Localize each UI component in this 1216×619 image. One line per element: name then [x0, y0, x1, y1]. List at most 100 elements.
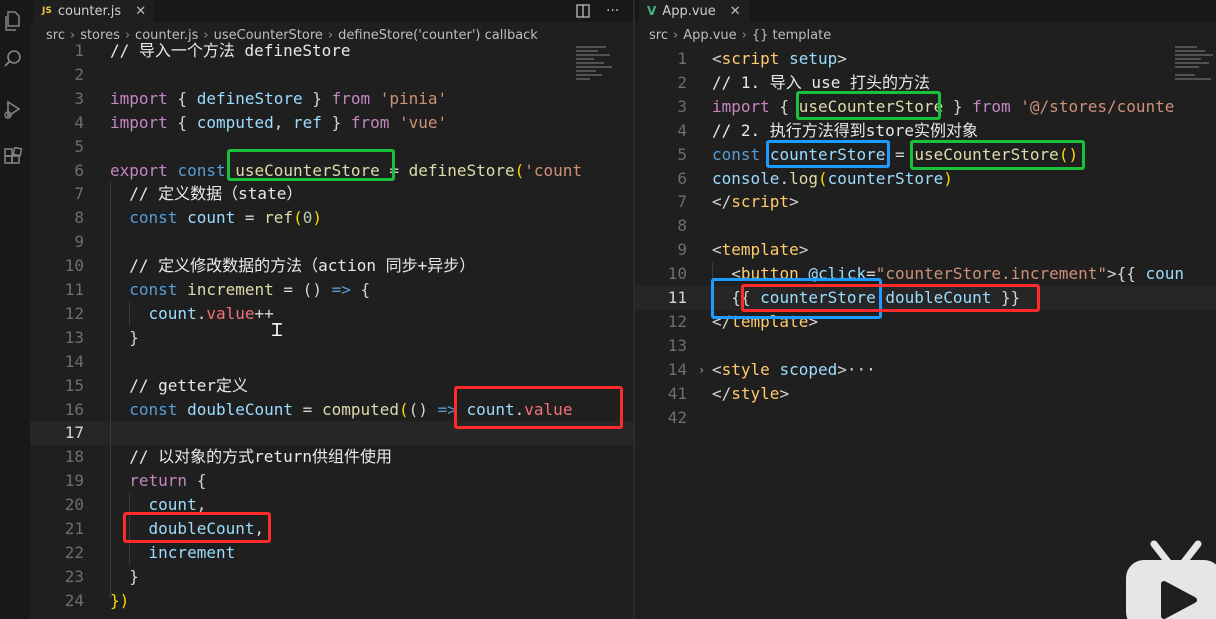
code-line[interactable]: 21 doubleCount,: [30, 517, 634, 541]
code-text: count,: [110, 493, 207, 517]
code-line[interactable]: 41 </style>: [635, 382, 1216, 406]
code-line[interactable]: 9 <template>: [635, 238, 1216, 262]
line-number: 42: [667, 407, 687, 427]
close-icon[interactable]: ✕: [135, 4, 146, 19]
code-line[interactable]: 19 return {: [30, 469, 634, 493]
code-line[interactable]: 6 export const useCounterStore = defineSt…: [30, 159, 634, 183]
code-line[interactable]: 42: [635, 406, 1216, 430]
code-line[interactable]: 11 {{ counterStore.doubleCount }}: [635, 286, 1216, 310]
code-line[interactable]: 2: [30, 63, 634, 87]
code-line[interactable]: 1 <script setup>: [635, 47, 1216, 71]
line-number: 1: [74, 41, 84, 60]
tab-counter-js[interactable]: JS counter.js ✕: [34, 0, 155, 22]
code-token: script: [721, 49, 780, 68]
code-line[interactable]: 8: [635, 214, 1216, 238]
extensions-icon[interactable]: [2, 146, 24, 168]
code-line[interactable]: 1 // 导入一个方法 defineStore: [30, 39, 634, 63]
line-number: 13: [667, 335, 687, 355]
code-token: value: [206, 303, 255, 323]
code-line[interactable]: 15 // getter定义: [30, 374, 634, 398]
code-token: (): [1058, 144, 1079, 164]
code-text: // 以对象的方式return供组件使用: [110, 445, 392, 469]
code-token: export: [110, 160, 168, 180]
code-line[interactable]: 10 <button @click="counterStore.incremen…: [635, 262, 1216, 286]
code-text: const increment = () => {: [110, 278, 370, 302]
code-line[interactable]: 14 › <style scoped>···: [635, 358, 1216, 382]
fold-chevron-icon[interactable]: ›: [698, 358, 705, 382]
code-line[interactable]: 11 const increment = () => {: [30, 278, 634, 302]
code-token: // 定义修改数据的方法（action 同步+异步）: [129, 256, 476, 276]
more-actions-icon[interactable]: ···: [606, 3, 619, 19]
code-line[interactable]: 3 import { defineStore } from 'pinia': [30, 87, 634, 111]
editor-pane-left: JS counter.js ✕ ··· src › stores › counter.j…: [30, 0, 634, 619]
code-line[interactable]: 7 </script>: [635, 190, 1216, 214]
code-line[interactable]: 8 const count = ref(0): [30, 206, 634, 230]
code-line[interactable]: 9: [30, 230, 634, 254]
line-number: 23: [64, 566, 84, 586]
files-icon[interactable]: [2, 10, 24, 32]
code-text: <style scoped>···: [712, 358, 876, 382]
code-text: // 2. 执行方法得到store实例对象: [712, 119, 978, 143]
code-line[interactable]: 12 count.value++: [30, 302, 634, 326]
code-line[interactable]: 17: [30, 421, 634, 446]
code-token: // 导入一个方法 defineStore: [110, 41, 351, 60]
code-line[interactable]: 2 // 1. 导入 use 打头的方法: [635, 71, 1216, 95]
code-line[interactable]: 24}): [30, 589, 634, 613]
code-token: (: [514, 160, 525, 180]
line-number: 3: [677, 96, 687, 116]
code-line[interactable]: 16 const doubleCount = computed(() => co…: [30, 398, 634, 422]
code-token: {: [350, 280, 371, 299]
code-text: </script>: [712, 190, 799, 214]
close-icon[interactable]: ✕: [730, 4, 741, 19]
code-editor[interactable]: 1 // 导入一个方法 defineStore 2 3 import { defineS…: [30, 40, 634, 619]
code-token: useCounterStore: [914, 144, 1059, 164]
code-text: // 定义数据（state）: [110, 182, 302, 206]
run-debug-icon[interactable]: [2, 98, 24, 120]
line-number: 15: [64, 375, 84, 395]
code-token: }: [321, 112, 351, 132]
code-token: value: [524, 399, 573, 419]
code-line[interactable]: 4 // 2. 执行方法得到store实例对象: [635, 119, 1216, 143]
code-line[interactable]: 18 // 以对象的方式return供组件使用: [30, 445, 634, 469]
code-token: }): [110, 590, 130, 610]
code-line[interactable]: 20 count,: [30, 493, 634, 517]
line-number: 7: [74, 184, 84, 204]
code-line[interactable]: 12 </template>: [635, 310, 1216, 334]
code-line[interactable]: 3 import { useCounterStore } from '@/stor…: [635, 95, 1216, 119]
tab-app-vue[interactable]: V App.vue ✕: [639, 0, 749, 22]
code-editor[interactable]: 1 <script setup> 2// 1. 导入 use 打头的方法 3 impor…: [635, 40, 1216, 619]
line-number: 8: [74, 208, 84, 228]
code-line[interactable]: 7 // 定义数据（state）: [30, 182, 634, 206]
code-token: >: [798, 240, 809, 260]
code-line[interactable]: 5: [30, 135, 634, 159]
code-token: ): [312, 208, 322, 228]
line-number: 6: [677, 168, 687, 188]
line-number: 12: [64, 303, 84, 323]
split-editor-icon[interactable]: [576, 4, 590, 18]
code-line[interactable]: 13 }: [30, 326, 634, 350]
code-line[interactable]: 4 import { computed, ref } from 'vue': [30, 111, 634, 135]
js-file-icon: JS: [42, 6, 52, 16]
line-number: 21: [64, 519, 84, 538]
line-number: 19: [64, 471, 84, 491]
code-line[interactable]: 23 }: [30, 565, 634, 589]
code-line[interactable]: 10 // 定义修改数据的方法（action 同步+异步）: [30, 254, 634, 278]
code-line[interactable]: 13: [635, 334, 1216, 358]
line-number: 14: [667, 359, 687, 379]
code-line[interactable]: 6 console.log(counterStore): [635, 167, 1216, 191]
code-token: script: [731, 192, 790, 212]
code-line[interactable]: 5 const counterStore = useCounterStore(): [635, 143, 1216, 167]
code-token: const: [129, 280, 178, 299]
code-line[interactable]: 14: [30, 350, 634, 374]
code-token: counterStore: [827, 168, 944, 188]
code-text: import { useCounterStore } from '@/store…: [712, 95, 1174, 119]
code-token: const: [177, 160, 226, 180]
code-text: }): [110, 589, 129, 613]
code-text: }: [110, 326, 139, 350]
code-line[interactable]: 22 increment: [30, 541, 634, 565]
code-token: @click: [808, 264, 867, 284]
code-token: >···: [837, 359, 876, 379]
search-icon[interactable]: [2, 48, 24, 70]
